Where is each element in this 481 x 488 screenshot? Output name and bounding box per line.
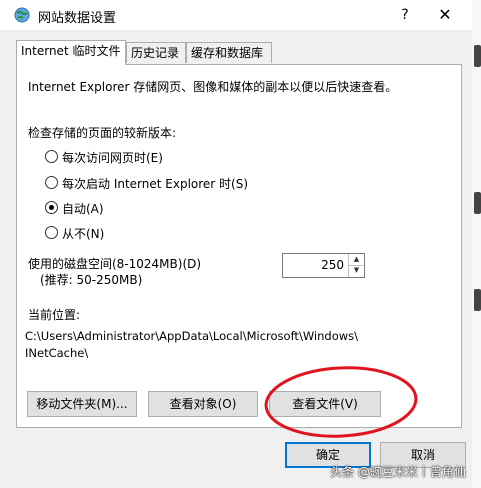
tab-panel xyxy=(16,64,462,428)
background-avatar xyxy=(474,192,481,214)
tab-internet-temp-files[interactable]: Internet 临时文件 xyxy=(16,40,126,65)
background-window-strip xyxy=(472,0,481,488)
website-data-settings-dialog: 网站数据设置 ? ✕ Internet 临时文件 历史记录 缓存和数据库 Int… xyxy=(0,0,472,488)
internet-options-icon xyxy=(14,7,30,23)
title-bar: 网站数据设置 ? ✕ xyxy=(0,0,472,30)
spin-down-icon[interactable]: ▼ xyxy=(349,265,364,276)
radio-label: 每次启动 Internet Explorer 时(S) xyxy=(62,177,249,191)
radio-label: 自动(A) xyxy=(62,202,104,216)
path-line-2: INetCache\ xyxy=(25,346,89,360)
watermark: 头条 @豌豆米米丨曾角仙 xyxy=(330,465,466,479)
background-avatar xyxy=(474,45,481,67)
radio-button-selected[interactable] xyxy=(45,201,58,214)
dialog-title: 网站数据设置 xyxy=(38,11,117,26)
view-files-button[interactable]: 查看文件(V) xyxy=(269,391,381,417)
move-folder-button[interactable]: 移动文件夹(M)... xyxy=(27,391,137,417)
help-button[interactable]: ? xyxy=(392,5,418,25)
description-text: Internet Explorer 存储网页、图像和媒体的副本以便以后快速查看。 xyxy=(28,80,398,94)
check-versions-label: 检查存储的页面的较新版本: xyxy=(28,126,177,140)
tab-history[interactable]: 历史记录 xyxy=(126,42,186,63)
radio-button[interactable] xyxy=(45,150,58,163)
tab-caches-databases[interactable]: 缓存和数据库 xyxy=(186,42,272,63)
current-location-label: 当前位置: xyxy=(28,308,81,322)
view-objects-button[interactable]: 查看对象(O) xyxy=(148,391,258,417)
disk-space-value[interactable]: 250 xyxy=(321,258,344,272)
radio-label: 从不(N) xyxy=(62,227,105,241)
spin-buttons: ▲ ▼ xyxy=(348,254,364,277)
radio-button[interactable] xyxy=(45,176,58,189)
disk-space-label: 使用的磁盘空间(8-1024MB)(D) xyxy=(28,257,202,271)
close-button[interactable]: ✕ xyxy=(432,5,458,25)
disk-space-stepper[interactable]: 250 ▲ ▼ xyxy=(282,253,365,278)
radio-label: 每次访问网页时(E) xyxy=(62,151,163,165)
path-line-1: C:\Users\Administrator\AppData\Local\Mic… xyxy=(25,329,359,343)
background-avatar xyxy=(474,289,481,311)
disk-space-hint: (推荐: 50-250MB) xyxy=(40,273,143,287)
radio-button[interactable] xyxy=(45,226,58,239)
